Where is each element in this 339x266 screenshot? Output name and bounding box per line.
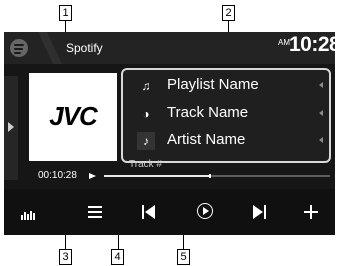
menu-button[interactable]	[71, 189, 119, 235]
play-pause-icon	[203, 207, 209, 215]
caret-left-icon	[319, 137, 323, 143]
progress-bar[interactable]	[104, 174, 330, 178]
previous-track-button[interactable]	[126, 189, 174, 235]
callout-4: 4	[111, 249, 124, 265]
equalizer-icon	[21, 215, 23, 220]
artist-name: Artist Name	[167, 131, 246, 148]
previous-track-icon	[142, 205, 144, 219]
control-bar	[4, 189, 335, 235]
progress-fill	[104, 175, 211, 177]
album-artwork: JVC	[29, 73, 117, 161]
menu-icon	[88, 206, 102, 208]
equalizer-button[interactable]	[4, 189, 52, 235]
track-name: Track Name	[167, 104, 249, 121]
play-pause-button[interactable]	[181, 189, 229, 235]
caret-left-icon	[319, 82, 323, 88]
artist-name-row[interactable]: ♪ Artist Name	[131, 128, 325, 154]
track-name-row[interactable]: ◑ Track Name	[131, 101, 325, 127]
clock-time: 10:28	[289, 33, 335, 56]
spotify-logo-icon[interactable]	[10, 39, 28, 57]
callout-1: 1	[59, 5, 72, 21]
artwork-logo-text: JVC	[49, 101, 98, 131]
add-button[interactable]	[287, 189, 335, 235]
callout-5: 5	[177, 249, 190, 265]
callout-3: 3	[59, 249, 72, 265]
next-track-icon	[253, 205, 263, 219]
playlist-name: Playlist Name	[167, 76, 259, 93]
music-note-icon: ♫	[141, 79, 151, 93]
record-icon: ◑	[142, 107, 150, 121]
artist-icon: ♪	[137, 132, 155, 150]
header-divider	[38, 32, 62, 64]
top-bar: Spotify AM 10:28	[4, 32, 335, 64]
track-number-label: Track #	[129, 159, 162, 170]
side-panel-toggle[interactable]	[4, 76, 18, 180]
equalizer-icon	[30, 211, 32, 220]
diagram-page: 1 2 3 4 5 Spotify AM 10:28 JVC ♫ Playlis…	[0, 0, 339, 266]
equalizer-icon	[24, 212, 26, 220]
plus-icon	[310, 205, 312, 219]
caret-left-icon	[319, 110, 323, 116]
next-track-button[interactable]	[234, 189, 282, 235]
track-info-panel[interactable]: ♫ Playlist Name ◑ Track Name ♪ Artist Na…	[121, 68, 331, 163]
chevron-right-icon	[8, 122, 14, 132]
app-title: Spotify	[66, 41, 103, 55]
spotify-playback-screen: Spotify AM 10:28 JVC ♫ Playlist Name ◑ T…	[4, 32, 335, 235]
equalizer-icon	[33, 213, 35, 220]
equalizer-icon	[27, 214, 29, 220]
callout-2: 2	[222, 5, 235, 21]
playlist-name-row[interactable]: ♫ Playlist Name	[131, 73, 325, 99]
progress-knob[interactable]	[209, 174, 212, 178]
play-status-icon	[89, 173, 96, 179]
menu-icon	[88, 216, 102, 218]
menu-icon	[88, 211, 102, 213]
next-track-icon	[264, 205, 266, 219]
previous-track-icon	[145, 205, 155, 219]
elapsed-time: 00:10:28	[38, 170, 77, 181]
